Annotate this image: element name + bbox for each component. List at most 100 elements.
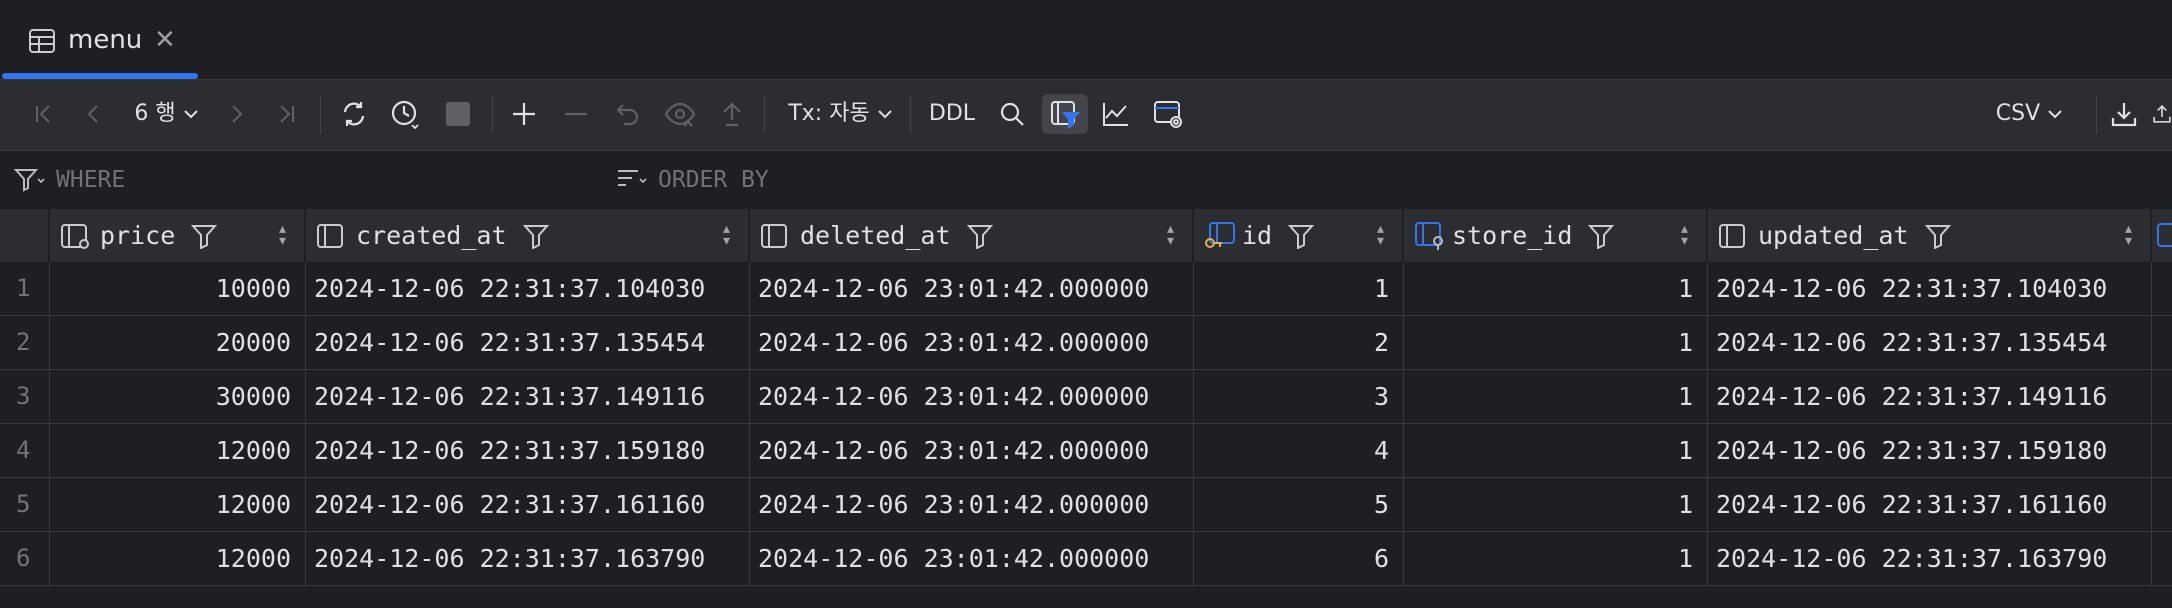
upload-icon[interactable]	[2152, 94, 2172, 134]
filter-icon[interactable]	[1924, 223, 1951, 249]
table-row[interactable]: 1 10000 2024-12-06 22:31:37.104030 2024-12-…	[0, 262, 2172, 316]
column-header-created-at[interactable]: created_at ▴ ▾	[306, 209, 750, 262]
cell-created-at[interactable]: 2024-12-06 22:31:37.149116	[306, 370, 750, 424]
filter-icon[interactable]	[522, 223, 549, 249]
cell-overflow[interactable]	[2152, 370, 2172, 424]
cell-deleted-at[interactable]: 2024-12-06 23:01:42.000000	[750, 370, 1194, 424]
export-format-dropdown[interactable]: CSV	[1990, 94, 2070, 134]
filter-icon[interactable]	[1288, 223, 1315, 249]
revert-icon[interactable]	[608, 94, 648, 134]
column-header-price[interactable]: price ▴ ▾	[50, 209, 306, 262]
column-header-deleted-at[interactable]: deleted_at ▴ ▾	[750, 209, 1194, 262]
preview-changes-icon[interactable]	[660, 94, 700, 134]
cell-id[interactable]: 3	[1194, 370, 1404, 424]
cell-price[interactable]: 20000	[50, 316, 306, 370]
row-number[interactable]: 6	[0, 532, 50, 586]
table-row[interactable]: 3 30000 2024-12-06 22:31:37.149116 2024-12-…	[0, 370, 2172, 424]
row-number[interactable]: 1	[0, 262, 50, 316]
filter-icon[interactable]	[966, 223, 993, 249]
row-number[interactable]: 3	[0, 370, 50, 424]
last-page-icon[interactable]	[268, 94, 304, 134]
cell-price[interactable]: 12000	[50, 424, 306, 478]
cell-price[interactable]: 10000	[50, 262, 306, 316]
column-header-overflow[interactable]	[2152, 209, 2172, 262]
cell-created-at[interactable]: 2024-12-06 22:31:37.135454	[306, 316, 750, 370]
cell-price[interactable]: 30000	[50, 370, 306, 424]
cell-updated-at[interactable]: 2024-12-06 22:31:37.104030	[1708, 262, 2152, 316]
cell-store-id[interactable]: 1	[1404, 478, 1708, 532]
table-row[interactable]: 2 20000 2024-12-06 22:31:37.135454 2024-12-…	[0, 316, 2172, 370]
column-header-store-id[interactable]: store_id ▴ ▾	[1404, 209, 1708, 262]
cell-overflow[interactable]	[2152, 532, 2172, 586]
stop-icon[interactable]	[438, 94, 478, 134]
cell-deleted-at[interactable]: 2024-12-06 23:01:42.000000	[750, 532, 1194, 586]
column-header-id[interactable]: id ▴ ▾	[1194, 209, 1404, 262]
cell-deleted-at[interactable]: 2024-12-06 23:01:42.000000	[750, 316, 1194, 370]
cell-store-id[interactable]: 1	[1404, 532, 1708, 586]
order-by-input[interactable]: ORDER BY	[616, 160, 1176, 200]
transaction-mode-dropdown[interactable]: Tx: 자동	[788, 94, 894, 134]
cell-deleted-at[interactable]: 2024-12-06 23:01:42.000000	[750, 262, 1194, 316]
cell-id[interactable]: 4	[1194, 424, 1404, 478]
row-count-dropdown[interactable]: 6 행	[128, 94, 206, 134]
sort-arrows-icon[interactable]: ▴ ▾	[2125, 222, 2132, 248]
cell-created-at[interactable]: 2024-12-06 22:31:37.161160	[306, 478, 750, 532]
cell-price[interactable]: 12000	[50, 532, 306, 586]
search-icon[interactable]	[992, 94, 1032, 134]
cell-overflow[interactable]	[2152, 424, 2172, 478]
cell-created-at[interactable]: 2024-12-06 22:31:37.104030	[306, 262, 750, 316]
next-page-icon[interactable]	[218, 94, 254, 134]
chart-icon[interactable]	[1096, 94, 1136, 134]
tab-menu[interactable]: menu ✕	[0, 0, 198, 80]
where-filter-input[interactable]: WHERE	[14, 160, 574, 200]
download-icon[interactable]	[2104, 94, 2144, 134]
cell-store-id[interactable]: 1	[1404, 262, 1708, 316]
cell-deleted-at[interactable]: 2024-12-06 23:01:42.000000	[750, 424, 1194, 478]
first-page-icon[interactable]	[26, 94, 62, 134]
cell-overflow[interactable]	[2152, 262, 2172, 316]
cell-updated-at[interactable]: 2024-12-06 22:31:37.161160	[1708, 478, 2152, 532]
cell-updated-at[interactable]: 2024-12-06 22:31:37.163790	[1708, 532, 2152, 586]
previous-page-icon[interactable]	[76, 94, 112, 134]
view-mode-icon[interactable]	[1148, 94, 1188, 134]
table-row[interactable]: 4 12000 2024-12-06 22:31:37.159180 2024-12-…	[0, 424, 2172, 478]
close-icon[interactable]: ✕	[154, 22, 176, 58]
cell-id[interactable]: 6	[1194, 532, 1404, 586]
sort-arrows-icon[interactable]: ▴ ▾	[723, 222, 730, 248]
column-header-updated-at[interactable]: updated_at ▴ ▾	[1708, 209, 2152, 262]
add-row-icon[interactable]	[504, 94, 544, 134]
filter-panel-toggle-icon[interactable]	[1042, 94, 1088, 134]
delete-row-icon[interactable]	[556, 94, 596, 134]
cell-created-at[interactable]: 2024-12-06 22:31:37.159180	[306, 424, 750, 478]
cell-deleted-at[interactable]: 2024-12-06 23:01:42.000000	[750, 478, 1194, 532]
cell-updated-at[interactable]: 2024-12-06 22:31:37.159180	[1708, 424, 2152, 478]
sort-arrows-icon[interactable]: ▴ ▾	[1377, 222, 1384, 248]
cell-overflow[interactable]	[2152, 478, 2172, 532]
table-row[interactable]: 5 12000 2024-12-06 22:31:37.161160 2024-12-…	[0, 478, 2172, 532]
cell-store-id[interactable]: 1	[1404, 424, 1708, 478]
cell-created-at[interactable]: 2024-12-06 22:31:37.163790	[306, 532, 750, 586]
cell-overflow[interactable]	[2152, 316, 2172, 370]
row-number[interactable]: 5	[0, 478, 50, 532]
cell-price[interactable]: 12000	[50, 478, 306, 532]
ddl-button[interactable]: DDL	[924, 94, 980, 134]
table-row[interactable]: 6 12000 2024-12-06 22:31:37.163790 2024-12-…	[0, 532, 2172, 586]
cell-store-id[interactable]: 1	[1404, 370, 1708, 424]
cell-id[interactable]: 5	[1194, 478, 1404, 532]
row-number[interactable]: 4	[0, 424, 50, 478]
filter-icon[interactable]	[1588, 223, 1615, 249]
sort-arrows-icon[interactable]: ▴ ▾	[1681, 222, 1688, 248]
auto-refresh-clock-icon[interactable]	[386, 94, 426, 134]
sort-arrows-icon[interactable]: ▴ ▾	[279, 222, 286, 248]
row-number[interactable]: 2	[0, 316, 50, 370]
cell-store-id[interactable]: 1	[1404, 316, 1708, 370]
refresh-icon[interactable]	[334, 94, 374, 134]
cell-id[interactable]: 1	[1194, 262, 1404, 316]
row-number-header[interactable]	[0, 209, 50, 262]
cell-updated-at[interactable]: 2024-12-06 22:31:37.135454	[1708, 316, 2152, 370]
filter-icon[interactable]	[191, 223, 218, 249]
cell-updated-at[interactable]: 2024-12-06 22:31:37.149116	[1708, 370, 2152, 424]
submit-icon[interactable]	[712, 94, 752, 134]
cell-id[interactable]: 2	[1194, 316, 1404, 370]
sort-arrows-icon[interactable]: ▴ ▾	[1167, 222, 1174, 248]
